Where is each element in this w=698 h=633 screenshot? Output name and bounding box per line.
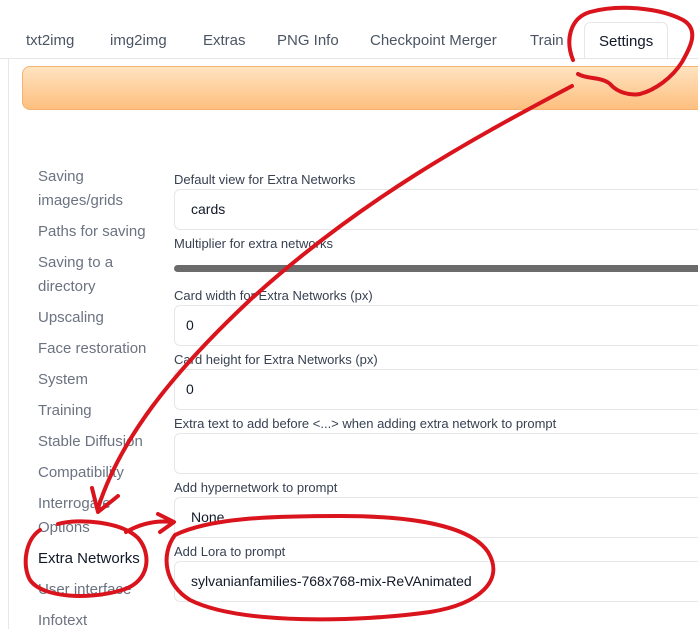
sidebar-item-interrogate-options[interactable]: Interrogate Options: [38, 492, 138, 540]
apply-settings-button[interactable]: [22, 66, 698, 110]
card-height-input[interactable]: 0: [174, 369, 698, 410]
tab-png-info[interactable]: PNG Info: [277, 24, 339, 58]
sidebar-item-face-restoration[interactable]: Face restoration: [38, 337, 146, 361]
add-hypernetwork-select[interactable]: None: [174, 497, 698, 538]
tab-img2img[interactable]: img2img: [110, 24, 167, 58]
sidebar-item-training[interactable]: Training: [38, 399, 92, 423]
default-view-select[interactable]: cards: [174, 189, 698, 230]
sidebar-item-saving-images[interactable]: Saving images/grids: [38, 165, 148, 213]
multiplier-slider[interactable]: [174, 265, 698, 272]
sidebar-item-saving-to-directory[interactable]: Saving to a directory: [38, 251, 138, 299]
annotation-arrow-head-2: [156, 512, 176, 534]
tab-bar: txt2img img2img Extras PNG Info Checkpoi…: [0, 0, 698, 59]
add-lora-label: Add Lora to prompt: [174, 544, 286, 559]
sidebar-item-paths-for-saving[interactable]: Paths for saving: [38, 220, 146, 244]
card-width-input[interactable]: 0: [174, 305, 698, 346]
panel-border: [8, 58, 9, 629]
tab-txt2img[interactable]: txt2img: [26, 24, 74, 58]
card-width-label: Card width for Extra Networks (px): [174, 288, 373, 303]
sidebar-item-infotext[interactable]: Infotext: [38, 609, 87, 633]
extra-text-input[interactable]: [174, 433, 698, 474]
default-view-label: Default view for Extra Networks: [174, 172, 356, 187]
add-hypernetwork-label: Add hypernetwork to prompt: [174, 480, 338, 495]
tab-extras[interactable]: Extras: [203, 24, 246, 58]
add-lora-select[interactable]: sylvanianfamilies-768x768-mix-ReVAnimate…: [174, 561, 698, 602]
sidebar-item-upscaling[interactable]: Upscaling: [38, 306, 104, 330]
sidebar-item-extra-networks[interactable]: Extra Networks: [38, 547, 140, 571]
tab-divider: [0, 58, 698, 59]
tab-checkpoint-merger[interactable]: Checkpoint Merger: [370, 24, 497, 58]
sidebar-item-compatibility[interactable]: Compatibility: [38, 461, 124, 485]
tab-settings[interactable]: Settings: [584, 22, 669, 59]
extra-text-label: Extra text to add before <...> when addi…: [174, 416, 557, 431]
sidebar-item-user-interface[interactable]: User interface: [38, 578, 131, 602]
sidebar-item-stable-diffusion[interactable]: Stable Diffusion: [38, 430, 143, 454]
tab-train[interactable]: Train: [530, 24, 564, 58]
card-height-label: Card height for Extra Networks (px): [174, 352, 378, 367]
multiplier-label: Multiplier for extra networks: [174, 236, 333, 251]
sidebar-item-system[interactable]: System: [38, 368, 88, 392]
